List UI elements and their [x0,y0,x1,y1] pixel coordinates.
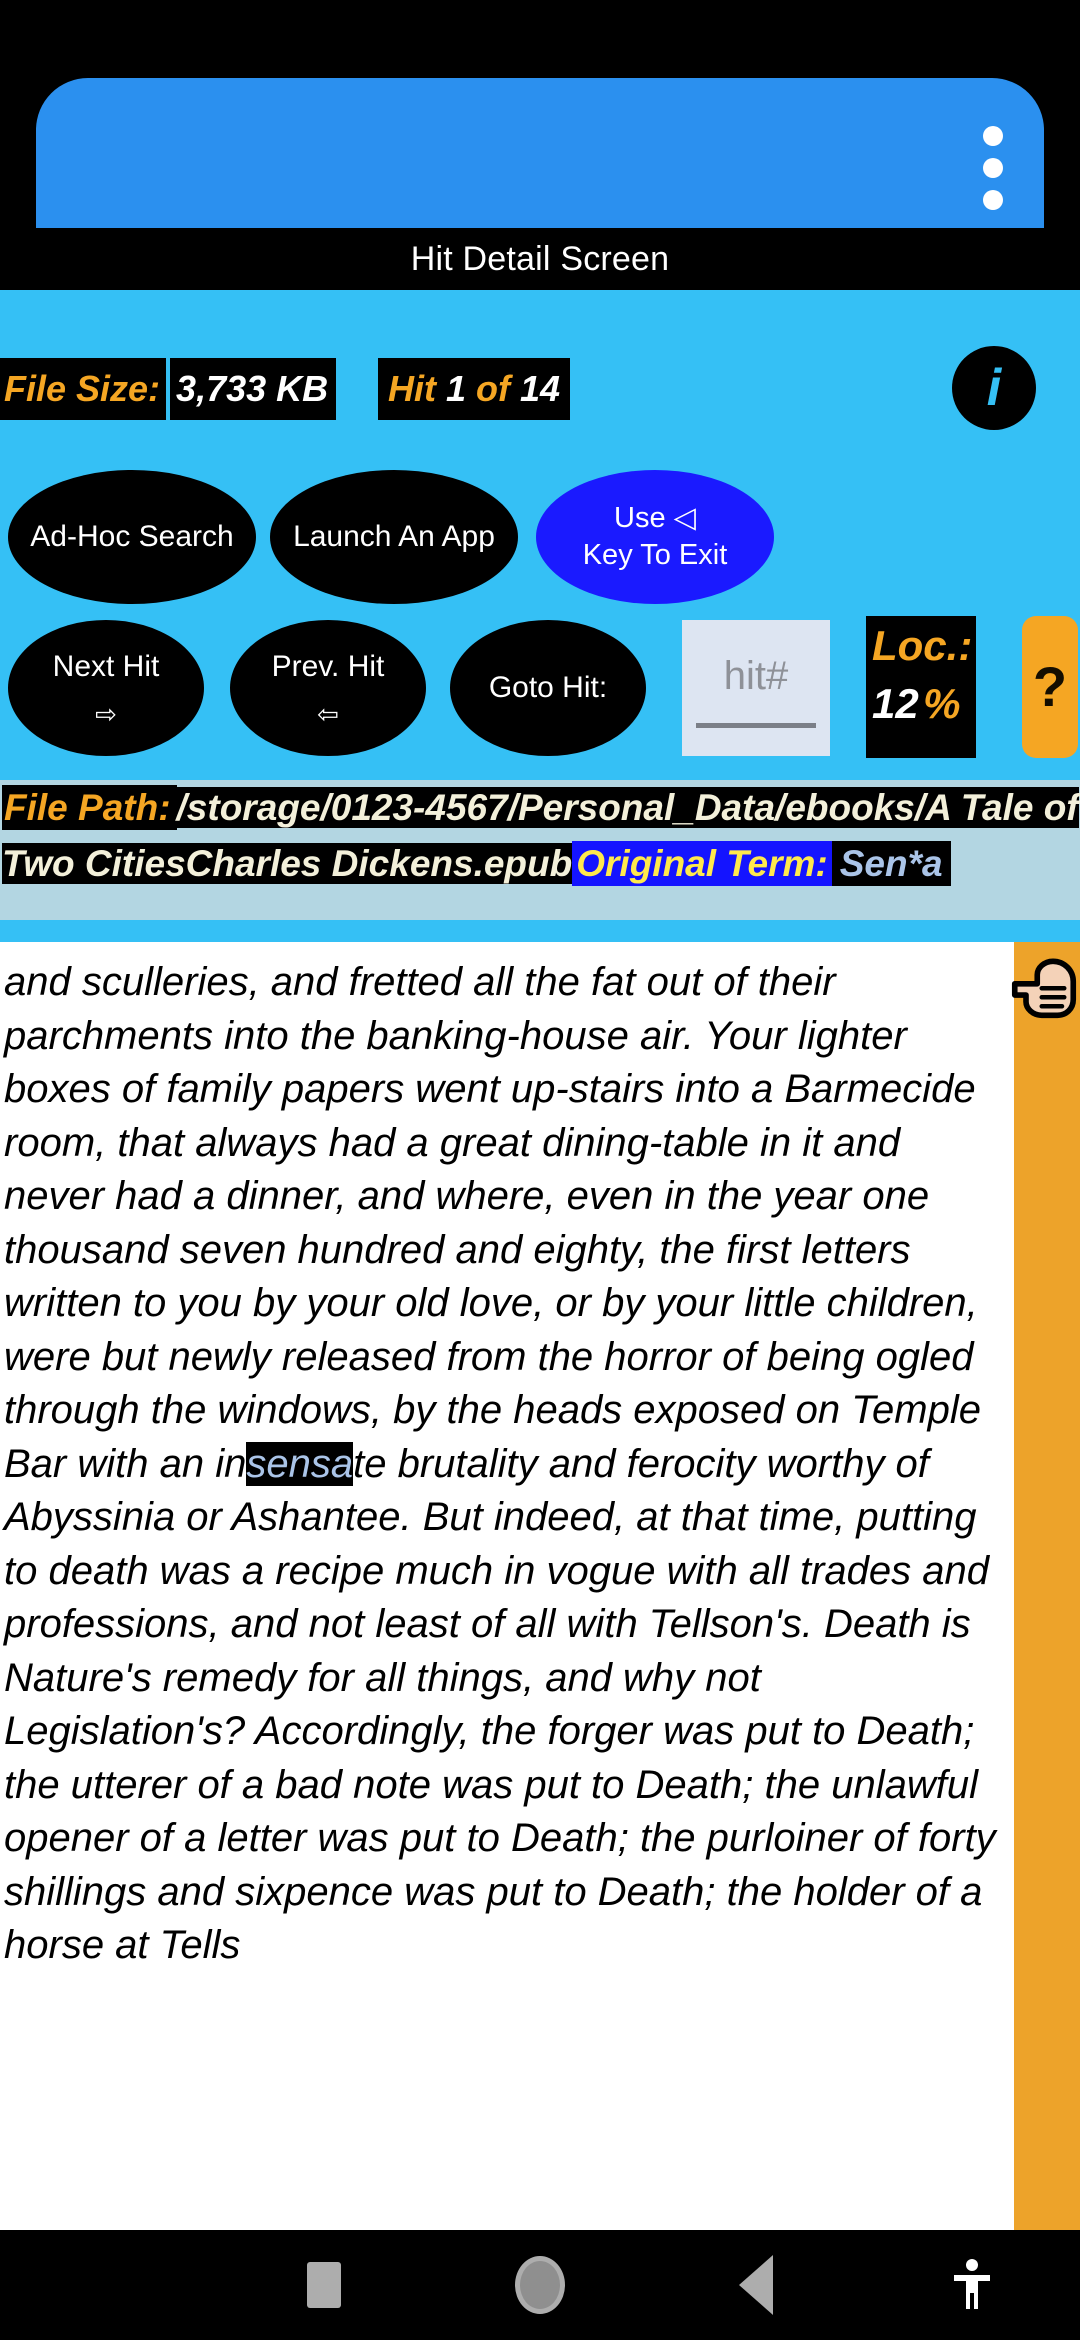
next-hit-label: Next Hit [52,650,160,684]
hit-number-placeholder: hit# [723,654,789,698]
hit-number-input[interactable]: hit# [682,620,830,756]
location-value-row: 12 % [872,680,961,728]
info-glyph: i [986,359,1002,417]
text-after-match: te brutality and ferocity worthy of Abys… [4,1441,996,1968]
overflow-dot [983,190,1003,210]
hit-total: 14 [520,368,561,409]
overflow-menu-icon[interactable] [980,126,1006,210]
screen-root: Hit Detail Screen File Size: 3,733 KB Hi… [0,0,1080,2340]
location-badge: Loc.: 12 % [866,616,976,758]
location-unit: % [923,680,961,727]
original-term-label: Original Term: [572,841,832,886]
page-title: Hit Detail Screen [410,239,670,278]
file-size-label: File Size: [4,368,161,409]
home-circle-icon[interactable] [432,2256,648,2314]
hit-of-label: of [476,368,511,409]
prev-hit-button[interactable]: Prev. Hit ⇦ [230,620,426,756]
use-key-to-exit-button[interactable]: Use ◁ Key To Exit [536,470,774,604]
goto-hit-button[interactable]: Goto Hit: [450,620,646,756]
overflow-dot [983,158,1003,178]
exit-line-1: Use ◁ [614,501,696,534]
ad-hoc-search-label: Ad-Hoc Search [30,520,234,554]
location-label: Loc.: [872,622,973,669]
ad-hoc-search-button[interactable]: Ad-Hoc Search [8,470,256,604]
hit-label: Hit [388,368,436,409]
info-icon[interactable]: i [952,346,1036,430]
help-button[interactable]: ? [1022,616,1078,758]
file-size-chip: File Size: 3,733 KB [0,358,337,420]
chip-divider [166,358,171,420]
arrow-left-icon: ⇦ [317,698,339,729]
pointing-hand-icon [1011,958,1077,1019]
question-mark-icon: ? [1032,655,1068,718]
hit-context-text-area[interactable]: and sculleries, and fretted all the fat … [0,942,1014,2230]
location-value: 12 [872,680,919,727]
screen-title-bar: Hit Detail Screen [0,228,1080,290]
hit-context-text: and sculleries, and fretted all the fat … [0,942,1014,1973]
file-size-value: 3,733 KB [176,368,329,409]
launch-an-app-label: Launch An App [293,520,495,554]
original-term-value: Sen*a [831,841,951,886]
recents-square-icon[interactable] [216,2262,432,2308]
back-triangle-icon[interactable] [648,2255,864,2315]
arrow-right-icon: ⇨ [95,698,117,729]
launch-an-app-button[interactable]: Launch An App [270,470,518,604]
section-divider [0,920,1080,942]
overflow-dot [983,126,1003,146]
next-hit-button[interactable]: Next Hit ⇨ [8,620,204,756]
exit-line-2: Key To Exit [582,539,728,571]
text-before-match: and sculleries, and fretted all the fat … [4,960,981,1486]
system-navigation-bar [0,2230,1080,2340]
goto-hit-label: Goto Hit: [488,671,608,705]
side-rail[interactable] [1011,942,1080,2230]
app-bar [36,78,1044,228]
control-panel: File Size: 3,733 KB Hit 1 of 14 i Ad-Hoc… [0,290,1080,780]
file-path-block: File Path:/storage/0123-4567/Personal_Da… [0,780,1080,920]
hit-counter-chip: Hit 1 of 14 [378,358,571,420]
hit-current: 1 [446,368,467,409]
search-match-highlight: sensa [246,1441,354,1486]
file-path-label: File Path: [2,785,177,830]
prev-hit-label: Prev. Hit [271,650,385,684]
accessibility-icon[interactable] [864,2257,1080,2313]
input-underline [696,723,816,728]
